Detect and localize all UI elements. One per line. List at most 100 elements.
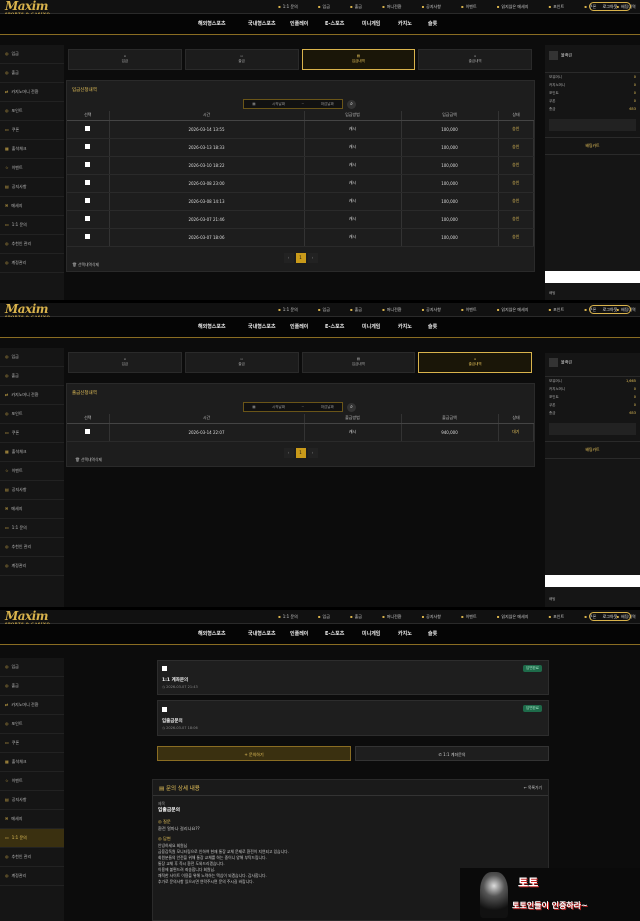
sidebar-item-attendance[interactable]: ▦ 출석체크 <box>0 753 64 772</box>
sidebar-item-inquiry[interactable]: ▭ 1:1 문의 <box>0 216 64 235</box>
date-end-input[interactable]: 마감날짜 <box>321 405 334 410</box>
nav-domestic-sports[interactable]: 국내형스포츠 <box>248 20 276 27</box>
date-start-input[interactable]: 시작날짜 <box>272 405 285 410</box>
date-range-picker[interactable]: ▦ 시작날짜 ~ 마감날짜 <box>243 402 343 412</box>
util-notice[interactable]: ▪ 공지사항 <box>421 4 450 10</box>
util-event[interactable]: ▪ 이벤트 <box>461 614 487 620</box>
nav-minigame[interactable]: 미니게임 <box>362 630 380 637</box>
util-notice[interactable]: ▪ 공지사항 <box>421 307 450 313</box>
nav-overseas-sports[interactable]: 해외형스포츠 <box>198 323 226 330</box>
util-inquiry[interactable]: ▪ 1:1 문의 <box>278 4 308 10</box>
bet-amount-input[interactable] <box>545 575 640 587</box>
sidebar-item-coupon[interactable]: ▭ 쿠폰 <box>0 424 64 443</box>
sidebar-item-coupon[interactable]: ▭ 쿠폰 <box>0 734 64 753</box>
util-points[interactable]: ▪ 포인트 <box>548 307 574 313</box>
util-notice[interactable]: ▪ 공지사항 <box>421 614 450 620</box>
sidebar-item-coupon[interactable]: ▭ 쿠폰 <box>0 121 64 140</box>
row-checkbox[interactable] <box>85 429 91 434</box>
date-range-picker[interactable]: ▦ 시작날짜 ~ 마감날짜 <box>243 99 343 109</box>
util-inquiry[interactable]: ▪ 1:1 문의 <box>278 307 308 313</box>
sidebar-item-notice[interactable]: ▤ 공지사항 <box>0 178 64 197</box>
nav-esports[interactable]: E-스포츠 <box>325 20 344 27</box>
row-checkbox[interactable] <box>85 144 91 149</box>
util-deposit[interactable]: ▪ 입금 <box>318 307 340 313</box>
nav-casino[interactable]: 카지노 <box>398 323 412 330</box>
sidebar-item-referral[interactable]: ◎ 추천인 관리 <box>0 848 64 867</box>
sidebar-item-deposit[interactable]: ◎ 입금 <box>0 45 64 64</box>
inquiry-list-item[interactable]: 답변완료 1:1 계좌문의 ◷ 2026-03-07 21:43 <box>157 660 549 695</box>
logout-button[interactable]: 로그아웃 <box>589 612 631 621</box>
logout-button[interactable]: 로그아웃 <box>589 2 631 11</box>
sidebar-item-event[interactable]: ☆ 이벤트 <box>0 462 64 481</box>
bet-amount-input[interactable] <box>545 271 640 283</box>
util-messages[interactable]: ▪ 읽지않은 메세지 <box>497 614 539 620</box>
nav-inplay[interactable]: 인플레이 <box>290 20 308 27</box>
quick-buttons[interactable] <box>549 119 636 131</box>
sidebar-item-notice[interactable]: ▤ 공지사항 <box>0 481 64 500</box>
tab-withdraw[interactable]: ▫ 출금 <box>184 49 299 70</box>
util-messages[interactable]: ▪ 읽지않은 메세지 <box>497 307 539 313</box>
row-checkbox[interactable] <box>162 666 167 671</box>
sidebar-item-account[interactable]: ◎ 계정관리 <box>0 254 64 273</box>
sidebar-item-referral[interactable]: ◎ 추천인 관리 <box>0 235 64 254</box>
util-withdraw[interactable]: ▪ 출금 <box>350 4 372 10</box>
search-icon[interactable]: ⌕ <box>347 100 356 109</box>
util-withdraw[interactable]: ▪ 출금 <box>350 614 372 620</box>
back-to-list-button[interactable]: ← 목록가기 <box>524 785 542 791</box>
nav-overseas-sports[interactable]: 해외형스포츠 <box>198 20 226 27</box>
nav-esports[interactable]: E-스포츠 <box>325 630 344 637</box>
tab-deposit-history[interactable]: ▤ 입금내역 <box>301 49 416 70</box>
sidebar-item-attendance[interactable]: ▦ 출석체크 <box>0 443 64 462</box>
prev-page-button[interactable]: ‹ <box>283 252 294 263</box>
util-deposit[interactable]: ▪ 입금 <box>318 4 340 10</box>
row-checkbox[interactable] <box>85 234 91 239</box>
sidebar-item-notice[interactable]: ▤ 공지사항 <box>0 791 64 810</box>
tab-deposit[interactable]: ▫ 입금 <box>68 49 182 70</box>
nav-inplay[interactable]: 인플레이 <box>290 323 308 330</box>
nav-minigame[interactable]: 미니게임 <box>362 20 380 27</box>
nav-casino[interactable]: 카지노 <box>398 20 412 27</box>
sidebar-item-casino-convert[interactable]: ⇄ 카지노머니 전환 <box>0 696 64 715</box>
nav-domestic-sports[interactable]: 국내형스포츠 <box>248 323 276 330</box>
inquiry-list-item[interactable]: 답변완료 입출금문의 ◷ 2026-03-07 18:06 <box>157 700 549 736</box>
account-inquiry-button[interactable]: ✆ 1:1 계좌문의 <box>355 746 549 761</box>
prev-page-button[interactable]: ‹ <box>283 447 294 458</box>
sidebar-item-message[interactable]: ✉ 메세지 <box>0 500 64 519</box>
tab-deposit-history[interactable]: ▤ 입금내역 <box>301 352 416 373</box>
sidebar-item-withdraw[interactable]: ◎ 출금 <box>0 367 64 386</box>
logout-button[interactable]: 로그아웃 <box>589 305 631 314</box>
sidebar-item-event[interactable]: ☆ 이벤트 <box>0 159 64 178</box>
sidebar-item-event[interactable]: ☆ 이벤트 <box>0 772 64 791</box>
page-button[interactable]: 1 <box>295 252 306 263</box>
row-checkbox[interactable] <box>85 180 91 185</box>
tab-withdraw-history[interactable]: ▫ 출금내역 <box>418 352 532 373</box>
tab-deposit[interactable]: ▫ 입금 <box>68 352 182 373</box>
util-money-convert[interactable]: ▪ 머니전환 <box>382 307 411 313</box>
sidebar-item-inquiry[interactable]: ▭ 1:1 문의 <box>0 829 64 848</box>
sidebar-item-casino-convert[interactable]: ⇄ 카지노머니 전환 <box>0 386 64 405</box>
sidebar-item-referral[interactable]: ◎ 추천인 관리 <box>0 538 64 557</box>
date-end-input[interactable]: 마감날짜 <box>321 102 334 107</box>
nav-domestic-sports[interactable]: 국내형스포츠 <box>248 630 276 637</box>
delete-selected-button[interactable]: 🗑 선택내역삭제 <box>75 457 102 463</box>
util-event[interactable]: ▪ 이벤트 <box>461 4 487 10</box>
util-withdraw[interactable]: ▪ 출금 <box>350 307 372 313</box>
sidebar-item-message[interactable]: ✉ 메세지 <box>0 197 64 216</box>
util-messages[interactable]: ▪ 읽지않은 메세지 <box>497 4 539 10</box>
row-checkbox[interactable] <box>162 707 167 712</box>
search-icon[interactable]: ⌕ <box>347 403 356 412</box>
page-button[interactable]: 1 <box>295 447 306 458</box>
quick-buttons[interactable] <box>549 423 636 435</box>
sidebar-item-deposit[interactable]: ◎ 입금 <box>0 348 64 367</box>
util-inquiry[interactable]: ▪ 1:1 문의 <box>278 614 308 620</box>
sidebar-item-message[interactable]: ✉ 메세지 <box>0 810 64 829</box>
util-points[interactable]: ▪ 포인트 <box>548 614 574 620</box>
util-money-convert[interactable]: ▪ 머니전환 <box>382 4 411 10</box>
sidebar-item-points[interactable]: ◎ 포인트 <box>0 715 64 734</box>
sidebar-item-withdraw[interactable]: ◎ 출금 <box>0 677 64 696</box>
nav-inplay[interactable]: 인플레이 <box>290 630 308 637</box>
tab-withdraw[interactable]: ▫ 출금 <box>184 352 299 373</box>
sidebar-item-points[interactable]: ◎ 포인트 <box>0 405 64 424</box>
sidebar-item-inquiry[interactable]: ▭ 1:1 문의 <box>0 519 64 538</box>
sidebar-item-account[interactable]: ◎ 계정관리 <box>0 557 64 576</box>
